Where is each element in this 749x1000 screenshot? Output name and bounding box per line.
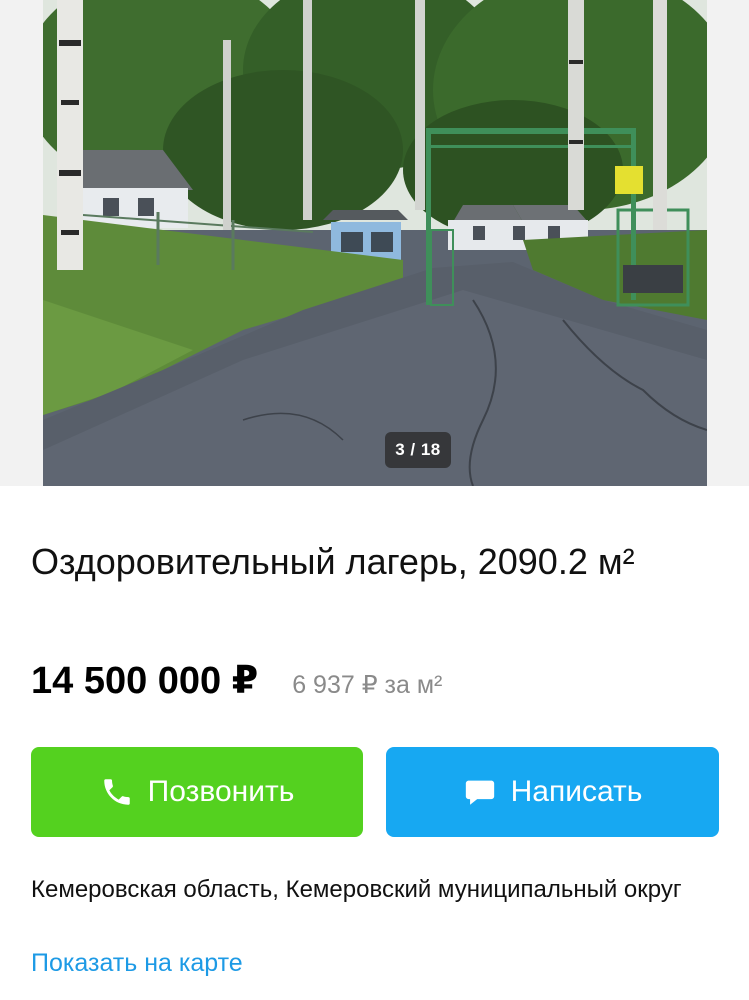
show-on-map-link[interactable]: Показать на карте	[31, 945, 243, 981]
listing-title: Оздоровительный лагерь, 2090.2 м²	[31, 541, 635, 582]
call-button-label: Позвонить	[147, 775, 295, 808]
listing-photo[interactable]: 3 / 18	[43, 0, 707, 486]
write-button-label: Написать	[510, 775, 643, 808]
price-row: 14 500 000 ₽ 6 937 ₽ за м²	[31, 658, 721, 708]
photo-illustration	[43, 0, 707, 486]
phone-icon	[100, 775, 134, 809]
photo-gallery[interactable]: 3 / 18	[0, 0, 749, 486]
listing-price: 14 500 000 ₽	[31, 660, 259, 702]
call-button[interactable]: Позвонить	[31, 747, 363, 837]
chat-bubble-icon	[463, 775, 497, 809]
write-button[interactable]: Написать	[386, 747, 719, 837]
listing-address: Кемеровская область, Кемеровский муницип…	[31, 876, 682, 903]
photo-counter: 3 / 18	[385, 432, 451, 468]
price-per-square-meter: 6 937 ₽ за м²	[292, 671, 443, 699]
